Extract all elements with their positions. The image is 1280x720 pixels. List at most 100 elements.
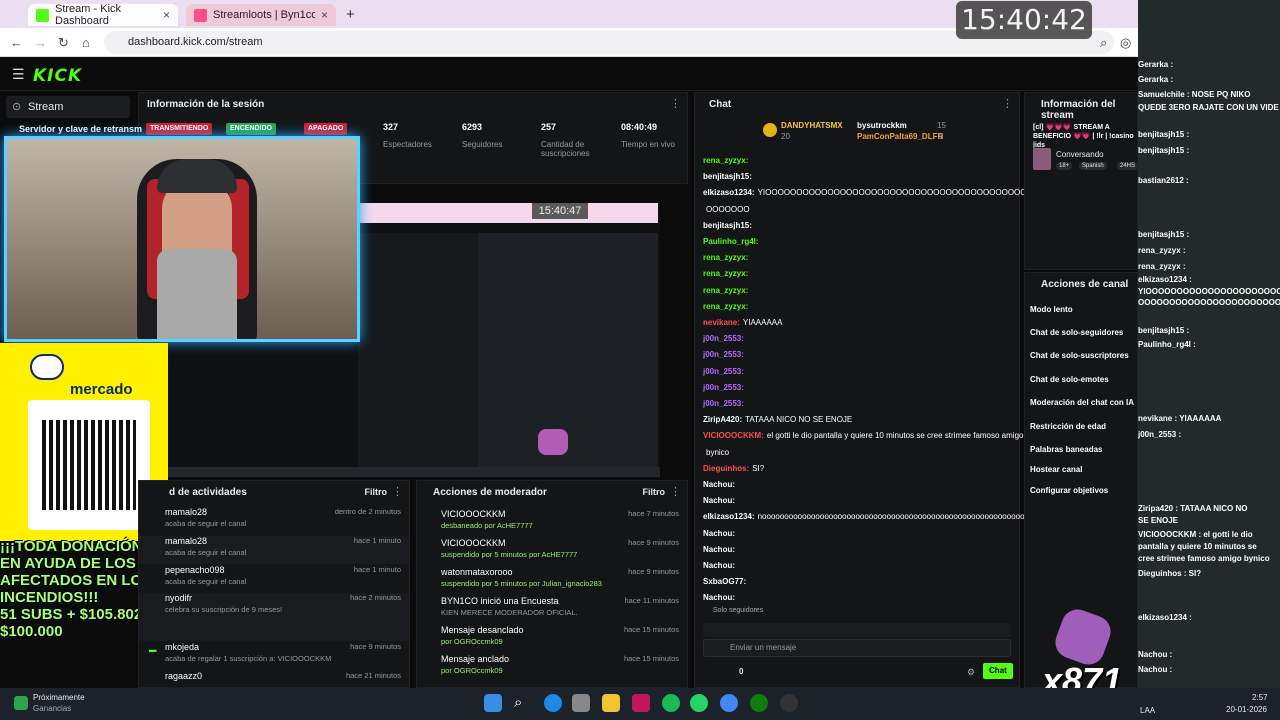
xbox-icon[interactable] xyxy=(750,694,768,712)
side-chat-line: nevikane : YIAAAAAA xyxy=(1138,414,1222,423)
chat-username[interactable]: Nachou: xyxy=(703,593,735,602)
stream-icon: ⊙ xyxy=(12,101,22,113)
chat-username[interactable]: rena_zyzyx: xyxy=(703,286,748,295)
chat-username[interactable]: benjitasjh15: xyxy=(703,172,752,181)
chat-username[interactable]: j00n_2553: xyxy=(703,399,744,408)
chat-username[interactable]: j00n_2553: xyxy=(703,383,744,392)
chat-username[interactable]: j00n_2553: xyxy=(703,350,744,359)
side-chat-line: j00n_2553 : xyxy=(1138,430,1182,439)
list-item: watonmataxorooo suspendido por 5 minutos … xyxy=(417,567,687,595)
chat-username[interactable]: elkizaso1234: xyxy=(703,188,755,197)
chat-text: nooooooooooooooooooooooooooooooooooooooo… xyxy=(757,512,1043,522)
menu-icon[interactable]: ☰ xyxy=(12,66,25,83)
back-icon[interactable]: ← xyxy=(10,35,23,50)
chat-input[interactable]: Enviar un mensaje xyxy=(703,639,1011,657)
home-icon[interactable]: ⌂ xyxy=(82,35,90,50)
tag: Spanish xyxy=(1079,162,1107,170)
action-age-restriction[interactable]: Restricción de edad xyxy=(1030,422,1106,431)
settings-icon[interactable]: ⚙ xyxy=(967,667,975,678)
new-tab-button[interactable]: + xyxy=(346,6,355,23)
tag: 18+ xyxy=(1056,162,1073,170)
qr-code xyxy=(28,400,150,530)
action-ai-moderation[interactable]: Moderación del chat con IA xyxy=(1030,398,1134,407)
chat-username[interactable]: j00n_2553: xyxy=(703,334,744,343)
chat-text: SI? xyxy=(752,463,765,473)
chat-username[interactable]: Dieguinhos: xyxy=(703,464,749,473)
edge-icon[interactable] xyxy=(544,694,562,712)
chat-username[interactable]: ZiripA420: xyxy=(703,415,742,424)
chat-username[interactable]: rena_zyzyx: xyxy=(703,302,748,311)
mod-action: Mensaje desanclado xyxy=(441,625,524,635)
whatsapp-icon[interactable] xyxy=(690,694,708,712)
chat-username[interactable]: Nachou: xyxy=(703,561,735,570)
chat-username[interactable]: Nachou: xyxy=(703,496,735,505)
chat-username[interactable]: Nachou: xyxy=(703,529,735,538)
list-item: ▬ mkojeda acaba de regalar 1 suscripción a… xyxy=(139,642,409,670)
tab-streamloots[interactable]: Streamloots | Byn1co | Apóyam × xyxy=(186,4,336,26)
chat-username[interactable]: SxbaOG77: xyxy=(703,577,746,586)
side-chat-line: VICIOOOCKKM : el gotti le dio xyxy=(1138,530,1253,539)
stat-value: 327 xyxy=(383,122,399,132)
chat-message: Nachou: xyxy=(703,496,738,505)
chat-message: j00n_2553: xyxy=(703,367,747,376)
action-slow-mode[interactable]: Modo lento xyxy=(1030,305,1073,314)
mod-desc: suspendido por 5 minutos por AcHE7777 xyxy=(441,550,578,559)
app-icon[interactable] xyxy=(632,694,650,712)
chat-username[interactable]: rena_zyzyx: xyxy=(703,156,748,165)
taskbar-date[interactable]: 20-01-2026 xyxy=(1226,705,1267,714)
more-icon[interactable]: ⋮ xyxy=(1002,97,1013,110)
action-banned-words[interactable]: Palabras baneadas xyxy=(1030,445,1102,454)
spotify-icon[interactable] xyxy=(662,694,680,712)
side-chat-line: Dieguinhos : SI? xyxy=(1138,569,1202,578)
more-icon[interactable]: ⋮ xyxy=(670,485,681,498)
taskview-icon[interactable] xyxy=(572,694,590,712)
chat-username[interactable]: elkizaso1234: xyxy=(703,512,755,521)
chat-username[interactable]: Nachou: xyxy=(703,545,735,554)
chat-username[interactable]: Nachou: xyxy=(703,480,735,489)
windows-start-icon[interactable] xyxy=(484,694,502,712)
chrome-icon[interactable] xyxy=(720,694,738,712)
action-host-channel[interactable]: Hostear canal xyxy=(1030,465,1082,474)
chat-username[interactable]: nevikane: xyxy=(703,318,740,327)
kick-logo[interactable]: KICK xyxy=(33,66,82,86)
more-icon[interactable]: ⋮ xyxy=(670,97,681,110)
widget-title[interactable]: Próximamente xyxy=(33,693,85,702)
emote-bar[interactable] xyxy=(703,623,1011,637)
sidebar-item-stream[interactable]: ⊙ Stream xyxy=(6,96,130,118)
category-name: Conversando xyxy=(1056,150,1104,159)
obs-icon[interactable] xyxy=(780,694,798,712)
top-gifter-name: DANDYHATSMX xyxy=(781,121,843,130)
action-emotes-only[interactable]: Chat de solo-emotes xyxy=(1030,375,1109,384)
chat-message: SxbaOG77: xyxy=(703,577,749,586)
tab-kick-dashboard[interactable]: Stream - Kick Dashboard × xyxy=(28,3,178,27)
panel-title: Información de la sesión xyxy=(147,99,265,110)
chat-username[interactable]: VICIOOOCKKM: xyxy=(703,431,764,440)
reload-icon[interactable]: ↻ xyxy=(58,35,69,51)
mercadopago-logo: mercado pago xyxy=(30,352,142,412)
search-icon[interactable]: ⌕ xyxy=(514,694,532,712)
chat-message: rena_zyzyx: xyxy=(703,286,751,295)
filter-button[interactable]: Filtro xyxy=(643,487,666,497)
chat-username[interactable]: benjitasjh15: xyxy=(703,221,752,230)
chat-text: bynico xyxy=(706,447,730,457)
more-icon[interactable]: ⋮ xyxy=(392,485,403,498)
preview-pink-bar xyxy=(360,203,658,223)
send-chat-button[interactable]: Chat xyxy=(983,663,1013,679)
forward-icon[interactable]: → xyxy=(34,35,47,50)
action-subs-only[interactable]: Chat de solo-suscriptores xyxy=(1030,351,1129,360)
taskbar-time[interactable]: 2:57 xyxy=(1252,693,1268,702)
eye-off-icon[interactable]: ◎ xyxy=(1120,35,1131,51)
explorer-icon[interactable] xyxy=(602,694,620,712)
tab-close-icon[interactable]: × xyxy=(163,8,170,22)
language-indicator[interactable]: LAA xyxy=(1140,706,1155,715)
chat-username[interactable]: rena_zyzyx: xyxy=(703,269,748,278)
chat-username[interactable]: Paulinho_rg4l: xyxy=(703,237,759,246)
mod-time: hace 15 minutos xyxy=(623,654,679,663)
chat-username[interactable]: j00n_2553: xyxy=(703,367,744,376)
action-followers-only[interactable]: Chat de solo-seguidores xyxy=(1030,328,1123,337)
zoom-icon[interactable]: ⌕ xyxy=(1100,35,1107,51)
tab-close-icon[interactable]: × xyxy=(321,8,328,22)
chat-username[interactable]: rena_zyzyx: xyxy=(703,253,748,262)
action-goals[interactable]: Configurar objetivos xyxy=(1030,486,1108,495)
filter-button[interactable]: Filtro xyxy=(365,487,388,497)
